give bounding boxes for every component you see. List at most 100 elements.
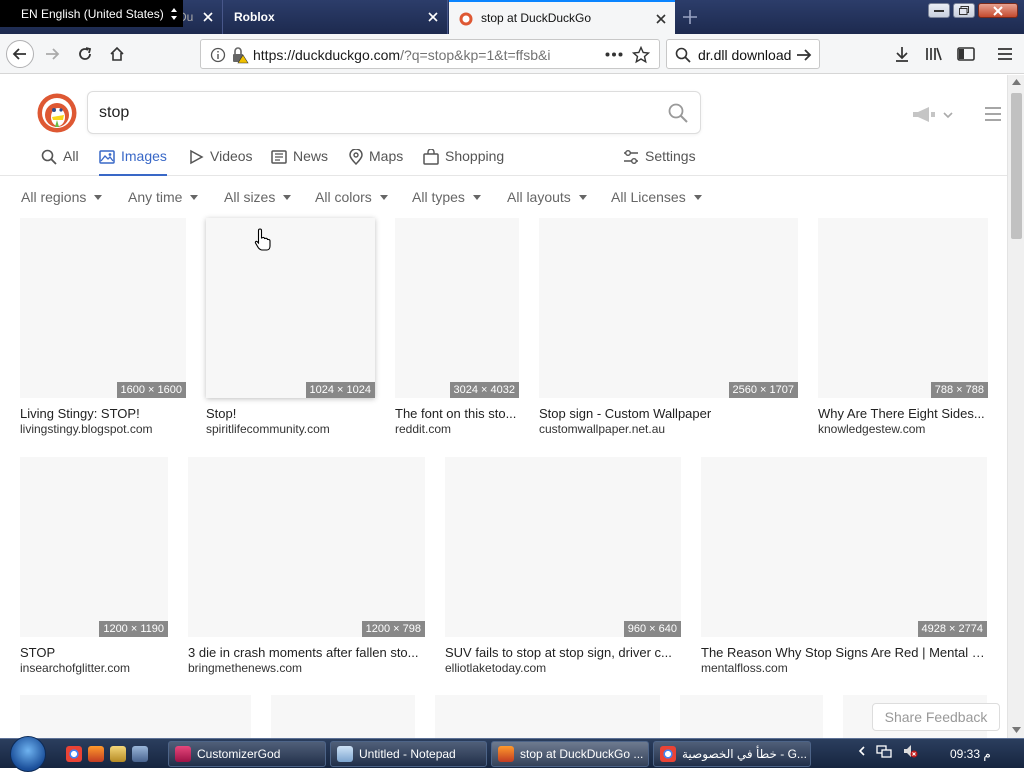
computer-icon[interactable] — [132, 746, 148, 762]
minimize-button[interactable] — [928, 3, 950, 18]
taskbar-button-notepad[interactable]: Untitled - Notepad — [330, 741, 487, 767]
back-button[interactable] — [6, 40, 34, 68]
firefox-icon[interactable] — [88, 746, 104, 762]
image-result[interactable]: 788 × 788 Why Are There Eight Sides... k… — [818, 218, 988, 440]
tab-videos[interactable]: Videos — [188, 148, 253, 176]
image-thumbnail[interactable]: 960 × 640 — [445, 457, 681, 637]
image-source[interactable]: elliotlaketoday.com — [445, 661, 681, 675]
image-thumbnail[interactable] — [271, 695, 415, 738]
duckduckgo-logo-icon[interactable] — [37, 93, 77, 133]
tab-news[interactable]: News — [271, 148, 328, 176]
image-result[interactable]: 4928 × 2774 The Reason Why Stop Signs Ar… — [701, 457, 987, 679]
show-hidden-icons-icon[interactable] — [858, 746, 866, 756]
image-result[interactable]: 1200 × 1190 STOP insearchofglitter.com — [20, 457, 168, 679]
image-result[interactable]: 1200 × 798 3 die in crash moments after … — [188, 457, 425, 679]
image-thumbnail[interactable] — [680, 695, 823, 738]
image-title[interactable]: Stop! — [206, 406, 375, 421]
image-result[interactable]: 1024 × 1024 Stop! spiritlifecommunity.co… — [206, 218, 375, 440]
taskbar-button-customizergod[interactable]: CustomizerGod — [168, 741, 326, 767]
tab-images[interactable]: Images — [99, 148, 167, 176]
image-thumbnail[interactable]: 4928 × 2774 — [701, 457, 987, 637]
restore-button[interactable] — [953, 3, 975, 18]
image-thumbnail[interactable]: 3024 × 4032 — [395, 218, 519, 398]
filter-color[interactable]: All colors — [315, 189, 388, 205]
folder-icon[interactable] — [110, 746, 126, 762]
ddg-menu-icon[interactable] — [984, 106, 1002, 122]
image-source[interactable]: reddit.com — [395, 422, 519, 436]
home-button[interactable] — [103, 40, 131, 68]
image-thumbnail[interactable] — [20, 695, 251, 738]
filter-license[interactable]: All Licenses — [611, 189, 702, 205]
page-scrollbar[interactable] — [1007, 75, 1024, 738]
image-source[interactable]: spiritlifecommunity.com — [206, 422, 375, 436]
volume-muted-icon[interactable] — [902, 743, 918, 759]
image-source[interactable]: mentalfloss.com — [701, 661, 987, 675]
network-icon[interactable] — [876, 744, 892, 758]
tab-shopping[interactable]: Shopping — [423, 148, 504, 176]
downloads-button[interactable] — [888, 40, 916, 68]
scroll-up-arrow-icon[interactable] — [1012, 79, 1021, 85]
scrollbar-thumb[interactable] — [1011, 93, 1022, 239]
settings-button[interactable]: Settings — [623, 148, 696, 176]
image-source[interactable]: customwallpaper.net.au — [539, 422, 798, 436]
bookmark-star-icon[interactable] — [632, 46, 650, 64]
image-source[interactable]: knowledgestew.com — [818, 422, 988, 436]
reload-button[interactable] — [71, 40, 99, 68]
filter-layout[interactable]: All layouts — [507, 189, 587, 205]
close-icon[interactable] — [427, 11, 439, 23]
image-title[interactable]: SUV fails to stop at stop sign, driver c… — [445, 645, 681, 660]
image-title[interactable]: STOP — [20, 645, 168, 660]
taskbar-clock[interactable]: 09:33 م — [950, 747, 991, 761]
page-actions-icon[interactable] — [605, 52, 623, 57]
close-icon[interactable] — [202, 11, 214, 23]
image-result[interactable]: 960 × 640 SUV fails to stop at stop sign… — [445, 457, 681, 679]
image-source[interactable]: bringmethenews.com — [188, 661, 425, 675]
url-bar[interactable]: https://duckduckgo.com/?q=stop&kp=1&t=ff… — [200, 39, 660, 69]
image-result[interactable]: 1600 × 1600 Living Stingy: STOP! livings… — [20, 218, 186, 440]
tab-maps[interactable]: Maps — [349, 148, 403, 176]
forward-button[interactable] — [38, 40, 66, 68]
image-thumbnail[interactable]: 1200 × 798 — [188, 457, 425, 637]
filter-size[interactable]: All sizes — [224, 189, 292, 205]
image-result[interactable]: 2560 × 1707 Stop sign - Custom Wallpaper… — [539, 218, 798, 440]
url-text[interactable]: https://duckduckgo.com/?q=stop&kp=1&t=ff… — [253, 47, 591, 63]
image-thumbnail[interactable]: 1600 × 1600 — [20, 218, 186, 398]
image-thumbnail[interactable]: 1200 × 1190 — [20, 457, 168, 637]
image-title[interactable]: The Reason Why Stop Signs Are Red | Ment… — [701, 645, 987, 660]
image-result[interactable]: 3024 × 4032 The font on this sto... redd… — [395, 218, 519, 440]
image-title[interactable]: Living Stingy: STOP! — [20, 406, 186, 421]
ddg-search-input[interactable]: stop — [87, 91, 701, 134]
start-button[interactable] — [10, 736, 46, 772]
tab-2[interactable]: Roblox — [224, 0, 448, 34]
scroll-down-arrow-icon[interactable] — [1012, 727, 1021, 733]
tab-all[interactable]: All — [41, 148, 79, 176]
language-indicator[interactable]: EN English (United States) — [0, 0, 183, 27]
image-thumbnail[interactable]: 1024 × 1024 — [206, 218, 375, 398]
image-thumbnail[interactable]: 788 × 788 — [818, 218, 988, 398]
image-thumbnail[interactable] — [435, 695, 660, 738]
search-icon[interactable] — [668, 103, 688, 123]
close-icon[interactable] — [655, 13, 667, 25]
sidebar-button[interactable] — [952, 40, 980, 68]
taskbar-button-firefox[interactable]: stop at DuckDuckGo ... — [491, 741, 649, 767]
menu-button[interactable] — [991, 40, 1019, 68]
megaphone-icon[interactable] — [911, 106, 953, 124]
go-arrow-icon[interactable] — [795, 46, 813, 64]
share-feedback-button[interactable]: Share Feedback — [872, 703, 1000, 731]
chrome-icon[interactable] — [66, 746, 82, 762]
taskbar-button-chrome[interactable]: خطأ في الخصوصية - G... — [653, 741, 811, 767]
new-tab-icon[interactable] — [681, 8, 699, 26]
image-title[interactable]: The font on this sto... — [395, 406, 519, 421]
image-thumbnail[interactable]: 2560 × 1707 — [539, 218, 798, 398]
info-icon[interactable] — [210, 47, 226, 63]
image-title[interactable]: 3 die in crash moments after fallen sto.… — [188, 645, 425, 660]
window-close-button[interactable] — [978, 3, 1018, 18]
image-title[interactable]: Why Are There Eight Sides... — [818, 406, 988, 421]
browser-search-bar[interactable]: dr.dll download — [666, 39, 820, 69]
library-button[interactable] — [920, 40, 948, 68]
tab-3-active[interactable]: stop at DuckDuckGo — [449, 0, 675, 34]
image-source[interactable]: livingstingy.blogspot.com — [20, 422, 186, 436]
filter-time[interactable]: Any time — [128, 189, 199, 205]
filter-type[interactable]: All types — [412, 189, 481, 205]
image-title[interactable]: Stop sign - Custom Wallpaper — [539, 406, 798, 421]
